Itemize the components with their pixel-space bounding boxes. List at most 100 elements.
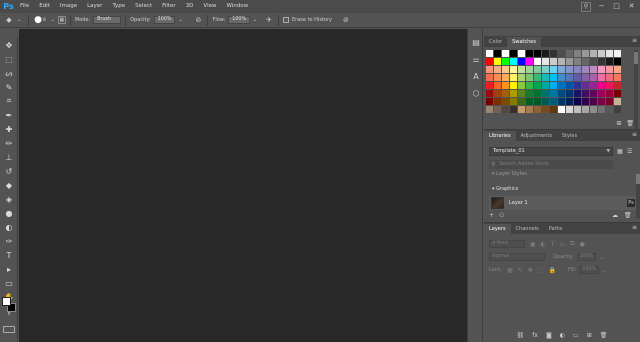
- color-swatch[interactable]: [597, 50, 605, 58]
- stock-search-input[interactable]: ⚲ Search Adobe Stock: [489, 160, 613, 169]
- opacity-input[interactable]: 100%: [153, 16, 176, 24]
- color-swatch[interactable]: [597, 81, 605, 90]
- color-swatch[interactable]: [613, 89, 621, 98]
- color-swatch[interactable]: [501, 81, 510, 90]
- color-swatch[interactable]: [533, 81, 542, 90]
- airbrush-icon[interactable]: ✈: [264, 15, 274, 25]
- color-swatch[interactable]: [509, 57, 518, 66]
- history-brush-tool-icon[interactable]: ↺: [0, 164, 18, 178]
- color-swatch[interactable]: [493, 73, 502, 82]
- color-swatch[interactable]: [541, 89, 550, 98]
- color-swatch[interactable]: [557, 81, 566, 90]
- pen-tool-icon[interactable]: ✑: [0, 234, 18, 248]
- mode-select[interactable]: Brush: [93, 16, 122, 24]
- color-swatch[interactable]: [581, 97, 589, 106]
- type-tool-icon[interactable]: T: [0, 248, 18, 262]
- rectangle-tool-icon[interactable]: ▭: [0, 276, 18, 290]
- tab-swatches[interactable]: Swatches: [507, 37, 541, 47]
- color-swatch[interactable]: [581, 81, 589, 90]
- lasso-tool-icon[interactable]: ᔕ: [0, 66, 18, 80]
- color-swatch[interactable]: [581, 105, 589, 114]
- eyedropper-tool-icon[interactable]: ✒: [0, 108, 18, 122]
- eraser-tool-preset-icon[interactable]: ◆: [4, 15, 14, 25]
- color-swatch[interactable]: [613, 73, 621, 82]
- color-swatch[interactable]: [501, 65, 510, 74]
- color-swatch[interactable]: [486, 97, 494, 106]
- quick-mask-button[interactable]: [3, 326, 15, 333]
- color-swatch[interactable]: [525, 65, 534, 74]
- color-swatch[interactable]: [605, 81, 613, 90]
- color-swatch[interactable]: [533, 50, 542, 58]
- color-swatch[interactable]: [565, 73, 574, 82]
- color-swatch[interactable]: [509, 97, 518, 106]
- menu-layer[interactable]: Layer: [82, 0, 107, 13]
- color-swatch[interactable]: [525, 105, 534, 114]
- color-swatch[interactable]: [541, 105, 550, 114]
- color-swatch[interactable]: [613, 57, 621, 66]
- color-swatch[interactable]: [517, 89, 526, 98]
- color-swatch[interactable]: [486, 57, 494, 66]
- color-swatch[interactable]: [501, 97, 510, 106]
- color-swatch[interactable]: [597, 65, 605, 74]
- color-swatch[interactable]: [501, 105, 510, 114]
- fx-icon[interactable]: fx: [532, 332, 538, 339]
- color-swatch[interactable]: [549, 65, 558, 74]
- library-select[interactable]: Template_01 ▼: [489, 147, 613, 156]
- eraser-tool-icon[interactable]: ◆: [0, 178, 18, 192]
- graphics-section[interactable]: ▾ Graphics: [492, 186, 518, 192]
- dodge-tool-icon[interactable]: ◐: [0, 220, 18, 234]
- properties-icon[interactable]: ⚌: [469, 52, 483, 66]
- color-swatch[interactable]: [509, 105, 518, 114]
- color-swatch[interactable]: [517, 57, 526, 66]
- color-swatch[interactable]: [557, 97, 566, 106]
- tab-layers[interactable]: Layers: [484, 224, 511, 234]
- color-swatch[interactable]: [549, 81, 558, 90]
- color-swatch[interactable]: [557, 57, 566, 66]
- color-swatch[interactable]: [589, 73, 597, 82]
- lock-artboard-icon[interactable]: ⬚: [538, 267, 544, 274]
- color-swatch[interactable]: [541, 50, 550, 58]
- layer-kind-filter[interactable]: ⚲ Kind: [489, 240, 525, 248]
- pixel-filter-icon[interactable]: ▣: [530, 241, 536, 248]
- color-swatch[interactable]: [501, 50, 510, 58]
- color-swatch[interactable]: [493, 81, 502, 90]
- color-swatch[interactable]: [597, 57, 605, 66]
- color-swatch[interactable]: [613, 97, 621, 106]
- color-swatch[interactable]: [581, 57, 589, 66]
- healing-brush-tool-icon[interactable]: ✚: [0, 122, 18, 136]
- color-swatch[interactable]: [613, 65, 621, 74]
- color-swatch[interactable]: [581, 65, 589, 74]
- panel-menu-icon[interactable]: ≡: [632, 37, 637, 44]
- smart-object-filter-icon[interactable]: ⧉: [570, 240, 574, 248]
- color-swatch[interactable]: [565, 50, 574, 58]
- color-swatch[interactable]: [573, 65, 582, 74]
- add-content-icon[interactable]: +: [489, 212, 494, 219]
- panel-menu-icon[interactable]: ≡: [632, 224, 637, 231]
- quick-select-tool-icon[interactable]: ✎: [0, 80, 18, 94]
- color-swatch[interactable]: [605, 73, 613, 82]
- color-swatch[interactable]: [525, 73, 534, 82]
- pressure-size-icon[interactable]: ⊘: [341, 15, 351, 25]
- color-swatch[interactable]: [565, 97, 574, 106]
- color-swatch[interactable]: [605, 57, 613, 66]
- foreground-color[interactable]: [2, 297, 11, 306]
- menu-image[interactable]: Image: [55, 0, 82, 13]
- lock-all-icon[interactable]: 🔒: [549, 267, 556, 274]
- color-swatch[interactable]: [541, 81, 550, 90]
- path-selection-tool-icon[interactable]: ▸: [0, 262, 18, 276]
- color-swatch[interactable]: [517, 73, 526, 82]
- color-swatch[interactable]: [581, 89, 589, 98]
- menu-filter[interactable]: Filter: [157, 0, 181, 13]
- color-swatch[interactable]: [573, 89, 582, 98]
- color-swatch[interactable]: [486, 50, 494, 58]
- paint-bucket-tool-icon[interactable]: ◈: [0, 192, 18, 206]
- color-swatch[interactable]: [557, 50, 566, 58]
- color-swatch[interactable]: [486, 105, 494, 114]
- color-swatch[interactable]: [486, 73, 494, 82]
- new-swatch-icon[interactable]: ⊞: [616, 120, 621, 127]
- menu-file[interactable]: File: [15, 0, 34, 13]
- color-swatch[interactable]: [493, 65, 502, 74]
- brush-preset-picker[interactable]: ●: [33, 15, 43, 25]
- color-swatch[interactable]: [517, 65, 526, 74]
- color-swatch[interactable]: [541, 73, 550, 82]
